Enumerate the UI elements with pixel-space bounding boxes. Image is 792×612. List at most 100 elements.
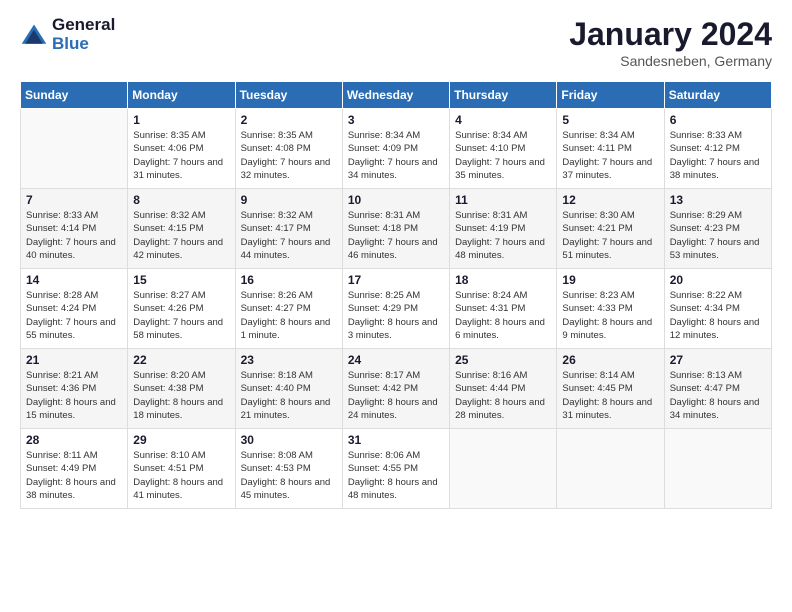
weekday-header-thursday: Thursday (450, 82, 557, 109)
day-info: Sunrise: 8:13 AMSunset: 4:47 PMDaylight:… (670, 369, 766, 422)
day-number: 3 (348, 113, 444, 127)
calendar-cell (450, 429, 557, 509)
day-number: 25 (455, 353, 551, 367)
weekday-header-row: SundayMondayTuesdayWednesdayThursdayFrid… (21, 82, 772, 109)
day-info: Sunrise: 8:16 AMSunset: 4:44 PMDaylight:… (455, 369, 551, 422)
day-info: Sunrise: 8:34 AMSunset: 4:10 PMDaylight:… (455, 129, 551, 182)
day-number: 13 (670, 193, 766, 207)
day-number: 4 (455, 113, 551, 127)
logo-blue: Blue (52, 35, 115, 54)
day-info: Sunrise: 8:28 AMSunset: 4:24 PMDaylight:… (26, 289, 122, 342)
calendar-cell: 27 Sunrise: 8:13 AMSunset: 4:47 PMDayligh… (664, 349, 771, 429)
calendar-cell (21, 109, 128, 189)
calendar-cell: 5Sunrise: 8:34 AMSunset: 4:11 PMDaylight… (557, 109, 664, 189)
calendar-cell: 23Sunrise: 8:18 AMSunset: 4:40 PMDayligh… (235, 349, 342, 429)
day-number: 10 (348, 193, 444, 207)
day-number: 1 (133, 113, 229, 127)
day-number: 20 (670, 273, 766, 287)
calendar-cell: 10 Sunrise: 8:31 AMSunset: 4:18 PMDayligh… (342, 189, 449, 269)
calendar-cell (557, 429, 664, 509)
day-info: Sunrise: 8:32 AMSunset: 4:17 PMDaylight:… (241, 209, 337, 262)
calendar-cell: 9Sunrise: 8:32 AMSunset: 4:17 PMDaylight… (235, 189, 342, 269)
week-row-4: 21Sunrise: 8:21 AMSunset: 4:36 PMDayligh… (21, 349, 772, 429)
day-info: Sunrise: 8:31 AMSunset: 4:18 PMDaylight:… (348, 209, 444, 262)
calendar-cell: 1 Sunrise: 8:35 AMSunset: 4:06 PMDaylight… (128, 109, 235, 189)
day-number: 14 (26, 273, 122, 287)
day-info: Sunrise: 8:08 AMSunset: 4:53 PMDaylight:… (241, 449, 337, 502)
calendar-cell: 12 Sunrise: 8:30 AMSunset: 4:21 PMDayligh… (557, 189, 664, 269)
calendar-cell: 20 Sunrise: 8:22 AMSunset: 4:34 PMDayligh… (664, 269, 771, 349)
day-info: Sunrise: 8:14 AMSunset: 4:45 PMDaylight:… (562, 369, 658, 422)
day-number: 2 (241, 113, 337, 127)
day-number: 6 (670, 113, 766, 127)
calendar-cell: 30Sunrise: 8:08 AMSunset: 4:53 PMDayligh… (235, 429, 342, 509)
calendar-cell: 2Sunrise: 8:35 AMSunset: 4:08 PMDaylight… (235, 109, 342, 189)
day-number: 16 (241, 273, 337, 287)
day-number: 24 (348, 353, 444, 367)
location: Sandesneben, Germany (569, 53, 772, 69)
week-row-3: 14 Sunrise: 8:28 AMSunset: 4:24 PMDayligh… (21, 269, 772, 349)
day-number: 15 (133, 273, 229, 287)
logo-general: General (52, 16, 115, 35)
logo-icon (20, 21, 48, 49)
day-info: Sunrise: 8:33 AMSunset: 4:14 PMDaylight:… (26, 209, 122, 262)
calendar-body: 1 Sunrise: 8:35 AMSunset: 4:06 PMDaylight… (21, 109, 772, 509)
day-number: 7 (26, 193, 122, 207)
day-info: Sunrise: 8:31 AMSunset: 4:19 PMDaylight:… (455, 209, 551, 262)
day-info: Sunrise: 8:34 AMSunset: 4:09 PMDaylight:… (348, 129, 444, 182)
day-info: Sunrise: 8:32 AMSunset: 4:15 PMDaylight:… (133, 209, 229, 262)
day-info: Sunrise: 8:22 AMSunset: 4:34 PMDaylight:… (670, 289, 766, 342)
page-header: General Blue January 2024 Sandesneben, G… (20, 16, 772, 69)
day-info: Sunrise: 8:20 AMSunset: 4:38 PMDaylight:… (133, 369, 229, 422)
day-info: Sunrise: 8:17 AMSunset: 4:42 PMDaylight:… (348, 369, 444, 422)
calendar-cell: 16 Sunrise: 8:26 AMSunset: 4:27 PMDayligh… (235, 269, 342, 349)
day-info: Sunrise: 8:26 AMSunset: 4:27 PMDaylight:… (241, 289, 337, 342)
calendar-cell: 14 Sunrise: 8:28 AMSunset: 4:24 PMDayligh… (21, 269, 128, 349)
calendar-cell: 28Sunrise: 8:11 AMSunset: 4:49 PMDayligh… (21, 429, 128, 509)
weekday-header-tuesday: Tuesday (235, 82, 342, 109)
calendar-cell: 15 Sunrise: 8:27 AMSunset: 4:26 PMDayligh… (128, 269, 235, 349)
day-info: Sunrise: 8:33 AMSunset: 4:12 PMDaylight:… (670, 129, 766, 182)
day-info: Sunrise: 8:34 AMSunset: 4:11 PMDaylight:… (562, 129, 658, 182)
day-info: Sunrise: 8:35 AMSunset: 4:06 PMDaylight:… (133, 129, 229, 182)
calendar-cell: 24 Sunrise: 8:17 AMSunset: 4:42 PMDayligh… (342, 349, 449, 429)
calendar-cell: 19Sunrise: 8:23 AMSunset: 4:33 PMDayligh… (557, 269, 664, 349)
day-info: Sunrise: 8:29 AMSunset: 4:23 PMDaylight:… (670, 209, 766, 262)
calendar-cell: 6 Sunrise: 8:33 AMSunset: 4:12 PMDaylight… (664, 109, 771, 189)
calendar-cell (664, 429, 771, 509)
day-info: Sunrise: 8:30 AMSunset: 4:21 PMDaylight:… (562, 209, 658, 262)
day-number: 18 (455, 273, 551, 287)
weekday-header-monday: Monday (128, 82, 235, 109)
logo-text: General Blue (52, 16, 115, 53)
day-number: 12 (562, 193, 658, 207)
title-block: January 2024 Sandesneben, Germany (569, 16, 772, 69)
day-number: 19 (562, 273, 658, 287)
calendar-cell: 11Sunrise: 8:31 AMSunset: 4:19 PMDayligh… (450, 189, 557, 269)
calendar-cell: 17Sunrise: 8:25 AMSunset: 4:29 PMDayligh… (342, 269, 449, 349)
calendar-cell: 3 Sunrise: 8:34 AMSunset: 4:09 PMDaylight… (342, 109, 449, 189)
calendar-cell: 26 Sunrise: 8:14 AMSunset: 4:45 PMDayligh… (557, 349, 664, 429)
day-info: Sunrise: 8:11 AMSunset: 4:49 PMDaylight:… (26, 449, 122, 502)
logo: General Blue (20, 16, 115, 53)
day-number: 31 (348, 433, 444, 447)
day-number: 26 (562, 353, 658, 367)
calendar-cell: 4 Sunrise: 8:34 AMSunset: 4:10 PMDaylight… (450, 109, 557, 189)
day-number: 21 (26, 353, 122, 367)
calendar-cell: 25 Sunrise: 8:16 AMSunset: 4:44 PMDayligh… (450, 349, 557, 429)
weekday-header-saturday: Saturday (664, 82, 771, 109)
day-number: 23 (241, 353, 337, 367)
calendar-cell: 8Sunrise: 8:32 AMSunset: 4:15 PMDaylight… (128, 189, 235, 269)
month-title: January 2024 (569, 16, 772, 53)
calendar-cell: 22 Sunrise: 8:20 AMSunset: 4:38 PMDayligh… (128, 349, 235, 429)
day-info: Sunrise: 8:27 AMSunset: 4:26 PMDaylight:… (133, 289, 229, 342)
weekday-header-sunday: Sunday (21, 82, 128, 109)
calendar-table: SundayMondayTuesdayWednesdayThursdayFrid… (20, 81, 772, 509)
calendar-cell: 31 Sunrise: 8:06 AMSunset: 4:55 PMDayligh… (342, 429, 449, 509)
calendar-cell: 7 Sunrise: 8:33 AMSunset: 4:14 PMDaylight… (21, 189, 128, 269)
calendar-cell: 29Sunrise: 8:10 AMSunset: 4:51 PMDayligh… (128, 429, 235, 509)
day-number: 27 (670, 353, 766, 367)
day-number: 29 (133, 433, 229, 447)
day-info: Sunrise: 8:06 AMSunset: 4:55 PMDaylight:… (348, 449, 444, 502)
day-number: 22 (133, 353, 229, 367)
calendar-cell: 18Sunrise: 8:24 AMSunset: 4:31 PMDayligh… (450, 269, 557, 349)
